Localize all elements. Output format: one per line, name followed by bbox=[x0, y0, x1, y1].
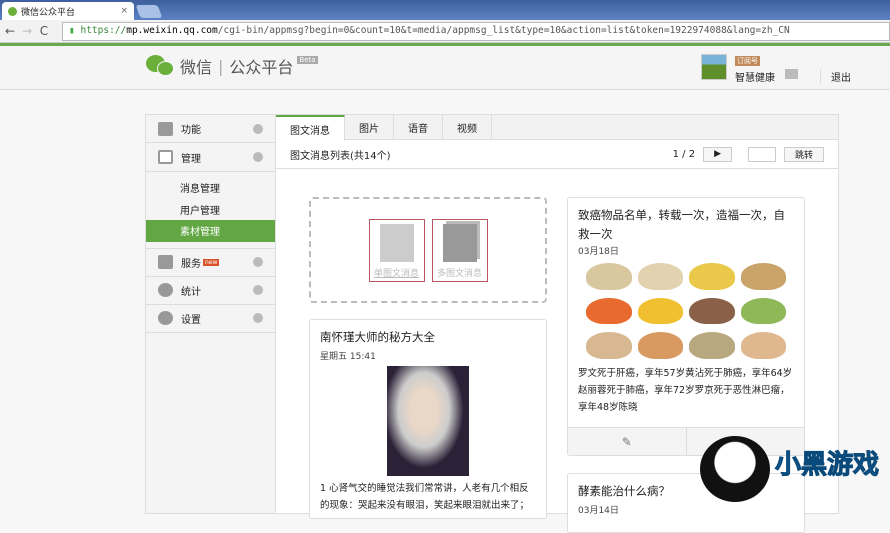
card-cover-image bbox=[578, 257, 794, 365]
next-page-button[interactable]: ▶ bbox=[703, 146, 732, 162]
tab-voice[interactable]: 语音 bbox=[394, 115, 443, 139]
watermark-logo: 小黑游戏 bbox=[700, 436, 890, 502]
tab-news[interactable]: 图文消息 bbox=[276, 115, 345, 141]
sidebar-item-settings[interactable]: 设置 bbox=[146, 305, 275, 333]
printer-icon bbox=[158, 255, 173, 269]
list-header: 图文消息列表(共14个) 1 / 2 ▶ 跳转 bbox=[276, 140, 838, 169]
browser-tabbar: 微信公众平台 × bbox=[0, 0, 890, 20]
create-multi-news-button[interactable]: 多图文消息 bbox=[431, 218, 488, 282]
tab-video[interactable]: 视频 bbox=[443, 115, 492, 139]
chevron-down-icon bbox=[253, 123, 263, 134]
sidebar-item-stats[interactable]: 统计 bbox=[146, 277, 275, 305]
browser-tab[interactable]: 微信公众平台 × bbox=[2, 2, 134, 20]
tab-images[interactable]: 图片 bbox=[345, 115, 394, 139]
news-card[interactable]: 致癌物品名单，转载一次，造福一次，自救一次 03月18日 罗文死于肝癌，享年57… bbox=[567, 197, 805, 456]
lock-icon: ▮ bbox=[69, 25, 75, 36]
url-input[interactable]: ▮ https://mp.weixin.qq.com/cgi-bin/appms… bbox=[62, 22, 890, 41]
pie-chart-icon bbox=[158, 283, 173, 297]
sidebar-subitem-materials[interactable]: 素材管理 bbox=[146, 220, 275, 242]
logo[interactable]: 微信 | 公众平台 Beta bbox=[146, 54, 318, 78]
avatar[interactable] bbox=[701, 54, 727, 80]
chevron-up-icon bbox=[253, 152, 263, 162]
account-name[interactable]: 智慧健康 bbox=[735, 69, 775, 84]
pagination: 1 / 2 ▶ 跳转 bbox=[672, 146, 824, 162]
list-title: 图文消息列表(共14个) bbox=[290, 150, 391, 162]
wechat-logo-icon bbox=[146, 55, 176, 77]
new-badge: new bbox=[203, 258, 220, 266]
card-cover-image bbox=[387, 366, 469, 476]
material-tabs: 图文消息 图片 语音 视频 bbox=[276, 115, 838, 141]
account-type-badge: 订阅号 bbox=[735, 56, 760, 66]
sidebar-item-function[interactable]: 功能 bbox=[146, 115, 275, 143]
chevron-down-icon bbox=[253, 313, 263, 323]
wechat-favicon-icon bbox=[8, 6, 17, 16]
sidebar: 功能 管理 消息管理 用户管理 素材管理 服务 new 统计 设置 bbox=[145, 114, 276, 514]
grid-icon bbox=[158, 121, 173, 136]
images-icon bbox=[442, 223, 477, 262]
sidebar-subitem-messages[interactable]: 消息管理 bbox=[146, 177, 275, 199]
jump-button[interactable]: 跳转 bbox=[783, 146, 824, 162]
news-card[interactable]: 南怀瑾大师的秘方大全 星期五 15:41 1 心肾气交的睡觉法我们常常讲，人老有… bbox=[309, 319, 547, 519]
chevron-down-icon bbox=[253, 257, 263, 267]
inbox-icon bbox=[158, 150, 173, 164]
reload-icon[interactable]: C bbox=[37, 24, 51, 38]
image-icon bbox=[379, 223, 414, 262]
sidebar-subitem-users[interactable]: 用户管理 bbox=[146, 199, 275, 221]
gear-icon bbox=[158, 311, 173, 325]
page-input[interactable] bbox=[747, 146, 776, 162]
sidebar-item-manage[interactable]: 管理 bbox=[146, 143, 275, 171]
page-indicator: 1 / 2 bbox=[672, 148, 696, 160]
chevron-down-icon bbox=[253, 285, 263, 295]
back-icon[interactable]: ← bbox=[3, 24, 17, 38]
create-area: 单图文消息 多图文消息 bbox=[309, 197, 547, 303]
site-header: 微信 | 公众平台 Beta 订阅号 智慧健康 退出 bbox=[0, 46, 890, 90]
forward-icon[interactable]: → bbox=[20, 24, 34, 38]
address-bar: ← → C ▮ https://mp.weixin.qq.com/cgi-bin… bbox=[0, 20, 890, 43]
panda-icon bbox=[700, 436, 770, 502]
close-tab-icon[interactable]: × bbox=[120, 6, 128, 16]
sidebar-item-service[interactable]: 服务 new bbox=[146, 249, 275, 277]
mail-icon[interactable] bbox=[785, 69, 798, 79]
logout-link[interactable]: 退出 bbox=[820, 69, 851, 84]
edit-icon[interactable]: ✎ bbox=[568, 428, 686, 455]
create-single-news-button[interactable]: 单图文消息 bbox=[368, 218, 425, 282]
new-tab-button[interactable] bbox=[135, 5, 163, 18]
